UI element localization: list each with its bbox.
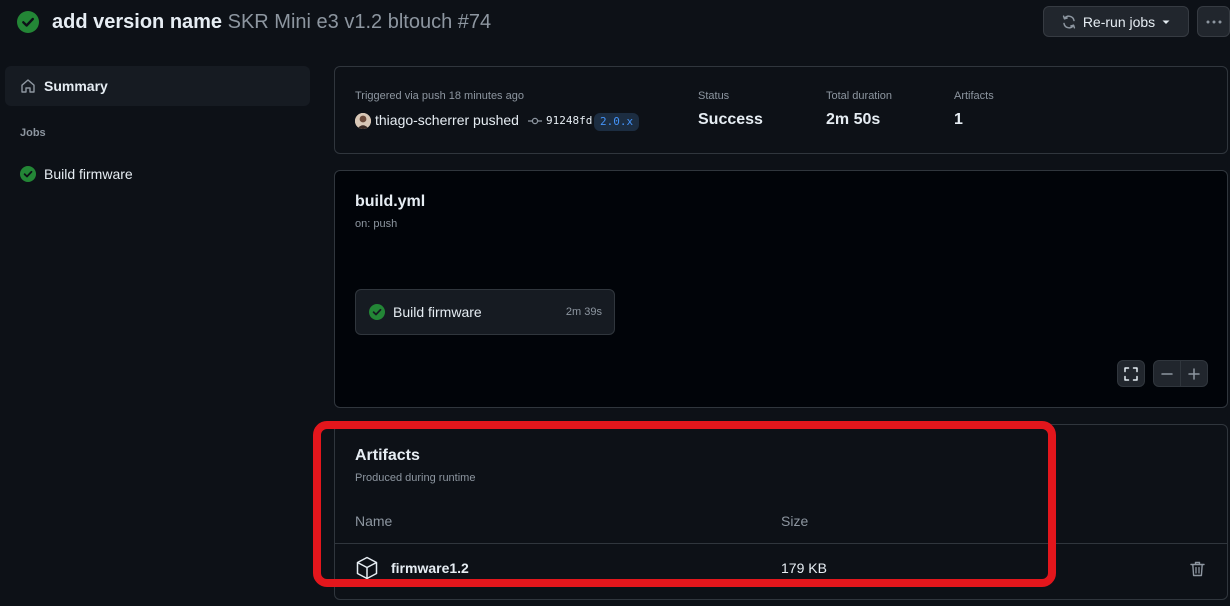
dash-icon [1161,368,1173,380]
artifacts-count-label: Artifacts [954,90,994,102]
fullscreen-button[interactable] [1117,360,1145,387]
pusher-name[interactable]: thiago-scherrer pushed [375,112,519,128]
branch-badge[interactable]: 2.0.x [594,113,640,131]
duration-label: Total duration [826,90,893,102]
more-options-button[interactable] [1197,6,1230,37]
run-success-icon [17,11,39,33]
sidebar-item-label: Build firmware [44,166,133,182]
package-icon [356,556,378,580]
status-label: Status [698,90,730,102]
plus-icon [1188,367,1200,380]
sidebar-item-build-firmware[interactable]: Build firmware [20,164,133,184]
caret-down-icon [1161,17,1171,27]
zoom-in-button[interactable] [1180,360,1208,387]
artifacts-count-value[interactable]: 1 [954,111,963,129]
commit-link[interactable]: 91248fd [528,114,592,127]
jobs-heading: Jobs [20,127,46,139]
kebab-horizontal-icon [1206,20,1222,24]
job-node-label: Build firmware [393,304,482,320]
screen-full-icon [1124,366,1138,381]
sidebar-item-summary[interactable]: Summary [5,66,310,106]
delete-artifact-button[interactable] [1190,561,1205,577]
commit-sha: 91248fd [546,114,593,127]
commit-title: add version name [52,11,223,33]
column-header-size: Size [781,513,809,529]
duration-value: 2m 50s [826,111,881,128]
job-node-duration: 2m 39s [565,306,602,318]
trigger-text: Triggered via push 18 minutes ago [355,90,524,102]
run-summary-panel [334,66,1228,154]
sidebar-item-label: Summary [44,78,108,94]
run-name: SKR Mini e3 v1.2 bltouch #74 [227,11,492,33]
home-icon [20,78,36,94]
git-commit-icon [528,116,542,126]
avatar[interactable] [355,113,371,129]
check-circle-icon [369,304,385,320]
row-divider [335,543,1227,544]
artifact-name-link[interactable]: firmware1.2 [391,560,469,576]
workflow-file-name[interactable]: build.yml [355,193,425,211]
zoom-out-button[interactable] [1153,360,1181,387]
artifacts-subtitle: Produced during runtime [355,472,476,484]
rerun-jobs-label: Re-run jobs [1082,13,1156,30]
job-node-build-firmware[interactable]: Build firmware 2m 39s [355,289,615,335]
artifact-size: 179 KB [781,560,827,576]
artifacts-title: Artifacts [355,447,420,464]
check-circle-icon [20,166,36,182]
trash-icon [1190,561,1205,577]
rerun-jobs-button[interactable]: Re-run jobs [1043,6,1189,37]
status-value: Success [698,111,763,128]
column-header-name: Name [355,513,393,529]
page-title: add version name SKR Mini e3 v1.2 bltouc… [52,9,491,35]
workflow-trigger: on: push [355,218,398,230]
sync-icon [1061,14,1077,30]
